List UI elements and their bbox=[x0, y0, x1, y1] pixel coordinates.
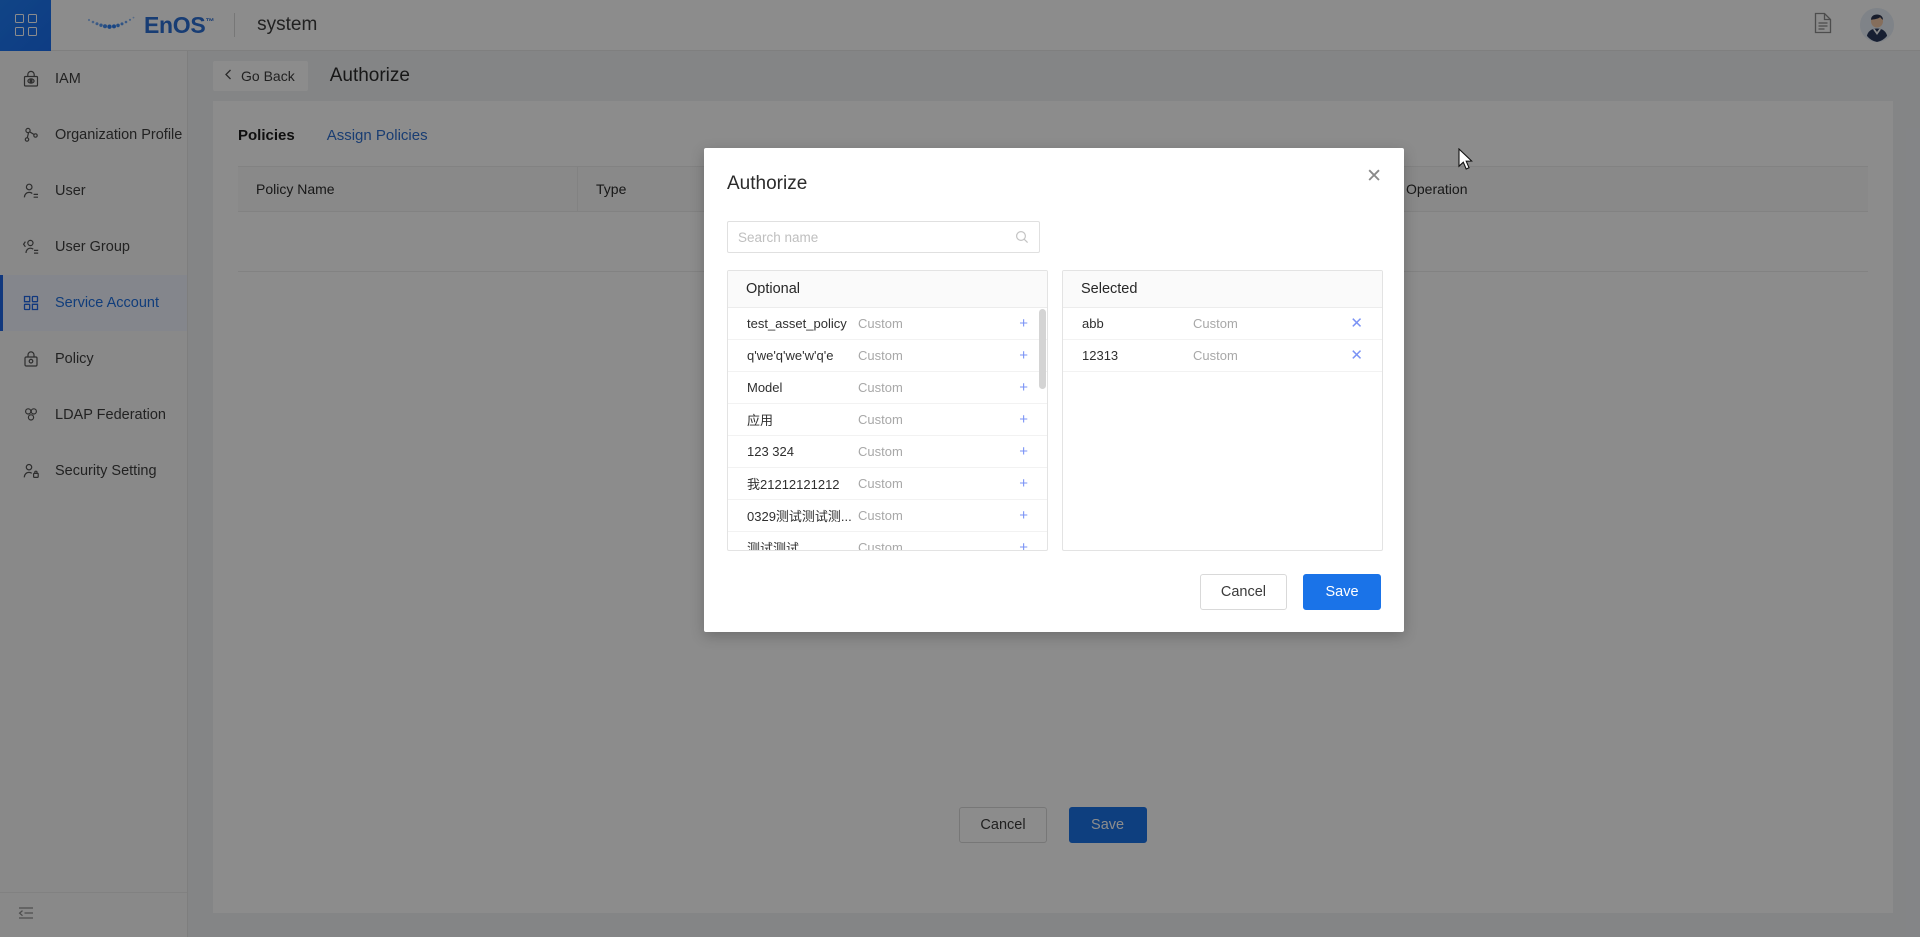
modal-cancel-button[interactable]: Cancel bbox=[1199, 574, 1287, 610]
authorize-modal: Authorize ✕ Optional test_asset_policy Cu… bbox=[704, 148, 1404, 632]
row-name: q'we'q'we'w'q'e bbox=[747, 348, 834, 363]
row-type: Custom bbox=[858, 476, 903, 491]
row-type: Custom bbox=[858, 380, 903, 395]
selected-header: Selected bbox=[1063, 271, 1382, 308]
optional-row[interactable]: 0329测试测试测... Custom + bbox=[728, 500, 1047, 532]
row-name: 123 324 bbox=[747, 444, 794, 459]
close-icon[interactable]: ✕ bbox=[1361, 164, 1387, 189]
add-policy-icon[interactable]: + bbox=[1019, 444, 1028, 459]
row-type: Custom bbox=[858, 412, 903, 427]
add-policy-icon[interactable]: + bbox=[1019, 476, 1028, 491]
row-type: Custom bbox=[858, 508, 903, 523]
row-name: 12313 bbox=[1082, 348, 1119, 363]
search-input[interactable] bbox=[728, 222, 1015, 252]
selected-list: abb Custom ✕ 12313 Custom ✕ bbox=[1063, 308, 1382, 550]
row-type: Custom bbox=[858, 316, 903, 331]
selected-panel: Selected abb Custom ✕ 12313 Custom ✕ bbox=[1062, 270, 1383, 551]
selected-row[interactable]: 12313 Custom ✕ bbox=[1063, 340, 1382, 372]
optional-list: test_asset_policy Custom + q'we'q'we'w'q'e C… bbox=[728, 308, 1047, 551]
add-policy-icon[interactable]: + bbox=[1019, 412, 1028, 427]
selected-row[interactable]: abb Custom ✕ bbox=[1063, 308, 1382, 340]
remove-policy-icon[interactable]: ✕ bbox=[1350, 316, 1363, 331]
optional-row[interactable]: test_asset_policy Custom + bbox=[728, 308, 1047, 340]
row-type: Custom bbox=[1193, 316, 1238, 331]
row-type: Custom bbox=[858, 540, 903, 551]
mouse-cursor bbox=[1458, 147, 1475, 177]
add-policy-icon[interactable]: + bbox=[1019, 380, 1028, 395]
optional-row[interactable]: q'we'q'we'w'q'e Custom + bbox=[728, 340, 1047, 372]
modal-title: Authorize bbox=[727, 173, 808, 194]
row-name: 我21212121212 bbox=[747, 477, 840, 492]
row-name: Model bbox=[747, 380, 783, 395]
search-box[interactable] bbox=[727, 221, 1040, 253]
optional-row[interactable]: 测试测试 Custom + bbox=[728, 532, 1047, 551]
add-policy-icon[interactable]: + bbox=[1019, 540, 1028, 550]
remove-policy-icon[interactable]: ✕ bbox=[1350, 348, 1363, 363]
modal-actions: Cancel Save bbox=[1199, 574, 1381, 610]
row-name: test_asset_policy bbox=[747, 316, 847, 331]
row-type: Custom bbox=[858, 348, 903, 363]
optional-row[interactable]: Model Custom + bbox=[728, 372, 1047, 404]
add-policy-icon[interactable]: + bbox=[1019, 508, 1028, 523]
optional-header: Optional bbox=[728, 271, 1047, 308]
row-name: 测试测试 bbox=[747, 541, 800, 551]
optional-scrollbar[interactable] bbox=[1039, 309, 1046, 389]
add-policy-icon[interactable]: + bbox=[1019, 316, 1028, 331]
row-name: abb bbox=[1082, 316, 1104, 331]
optional-row[interactable]: 123 324 Custom + bbox=[728, 436, 1047, 468]
row-name: 0329测试测试测... bbox=[747, 509, 852, 524]
modal-save-button[interactable]: Save bbox=[1303, 574, 1381, 610]
optional-row[interactable]: 应用 Custom + bbox=[728, 404, 1047, 436]
add-policy-icon[interactable]: + bbox=[1019, 348, 1028, 363]
row-name: 应用 bbox=[747, 413, 774, 428]
row-type: Custom bbox=[1193, 348, 1238, 363]
optional-panel: Optional test_asset_policy Custom + q'we'q'… bbox=[727, 270, 1048, 551]
row-type: Custom bbox=[858, 444, 903, 459]
optional-row[interactable]: 我21212121212 Custom + bbox=[728, 468, 1047, 500]
search-icon bbox=[1015, 230, 1039, 244]
